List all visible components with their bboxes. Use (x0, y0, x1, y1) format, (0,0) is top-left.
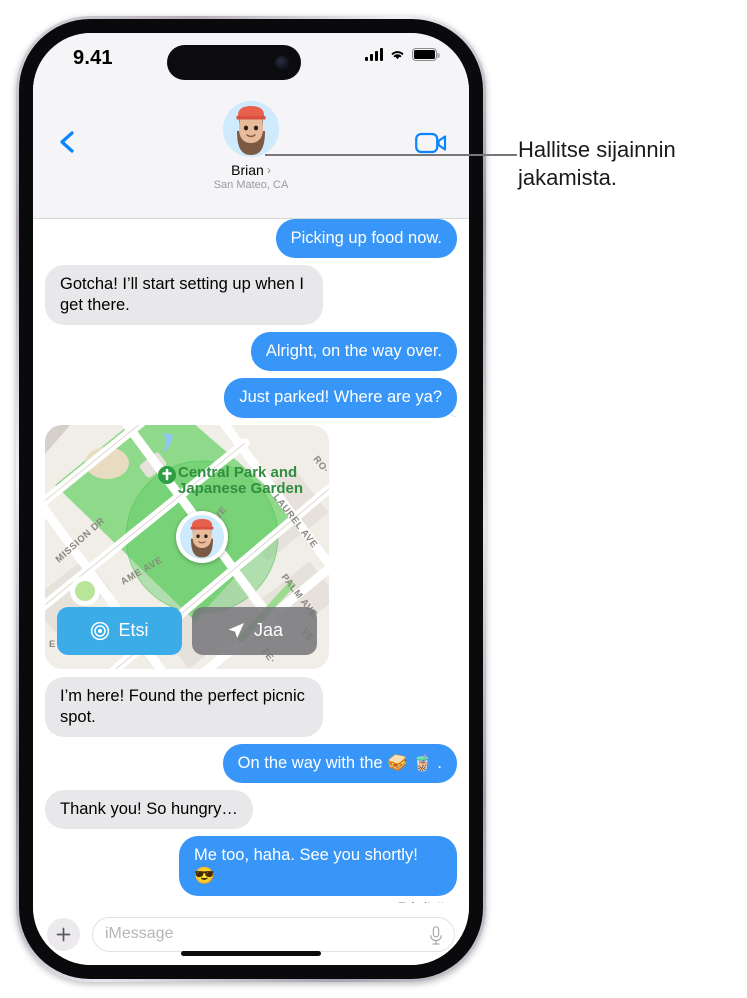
contact-name-row: Brian › (231, 162, 271, 178)
contact-name: Brian (231, 162, 264, 178)
location-map-card[interactable]: Central Park and Japanese Garden MISSION… (45, 424, 329, 669)
imessage-placeholder: iMessage (105, 925, 174, 942)
microphone-icon[interactable] (429, 925, 443, 945)
svg-text:Japanese Garden: Japanese Garden (178, 480, 303, 497)
message-row: Just parked! Where are ya? (33, 378, 469, 418)
radar-find-icon (91, 621, 110, 640)
avatar (223, 101, 279, 157)
wifi-icon (391, 51, 404, 60)
map-place-label: Central Park and Japanese Garden (158, 464, 303, 497)
message-bubble-outgoing[interactable]: Me too, haha. See you shortly! 😎 (179, 835, 457, 897)
facetime-button[interactable] (415, 131, 447, 155)
message-row: Thank you! So hungry… (33, 789, 469, 829)
message-row-map: Central Park and Japanese Garden MISSION… (33, 424, 469, 669)
memoji-avatar-icon (223, 101, 279, 157)
callout-leader-line (265, 154, 517, 156)
callout-label: Hallitse sijainnin jakamista. (518, 137, 676, 191)
navigation-arrow-icon (228, 622, 244, 638)
message-bubble-outgoing[interactable]: Alright, on the way over. (250, 332, 457, 372)
shared-location-pin (176, 510, 228, 563)
battery-icon (412, 48, 440, 61)
message-bubble-outgoing[interactable]: Just parked! Where are ya? (224, 378, 457, 418)
message-row: I’m here! Found the perfect picnic spot. (33, 676, 469, 737)
add-attachment-button[interactable] (47, 917, 80, 951)
map-share-button[interactable]: Jaa (192, 606, 317, 655)
message-row: On the way with the 🥪 🧋 . (33, 743, 469, 783)
iphone-device-frame: 9.41 Brian › San Mateo, CA Picking up fo… (16, 16, 486, 982)
contact-location: San Mateo, CA (213, 179, 289, 191)
message-bubble-outgoing[interactable]: On the way with the 🥪 🧋 . (222, 743, 457, 783)
message-thread[interactable]: Picking up food now. Gotcha! I’ll start … (33, 219, 469, 903)
message-row: Alright, on the way over. (33, 332, 469, 372)
home-indicator[interactable] (181, 951, 321, 956)
map-action-buttons: Etsi Jaa (57, 606, 317, 655)
message-row: Gotcha! I’ll start setting up when I get… (33, 265, 469, 326)
screenshot-canvas: 9.41 Brian › San Mateo, CA Picking up fo… (0, 0, 747, 998)
map-share-label: Jaa (253, 620, 284, 641)
contact-header-block[interactable]: Brian › San Mateo, CA (33, 101, 469, 191)
message-bubble-incoming[interactable]: I’m here! Found the perfect picnic spot. (45, 676, 323, 737)
imessage-input[interactable]: iMessage (92, 916, 455, 952)
message-bubble-outgoing[interactable]: Picking up food now. (275, 219, 457, 259)
map-street-label: E (49, 639, 56, 650)
message-row: Picking up food now. (33, 219, 469, 259)
message-bubble-incoming[interactable]: Thank you! So hungry… (45, 789, 253, 829)
map-find-button[interactable]: Etsi (57, 606, 182, 655)
video-camera-icon (415, 132, 447, 154)
dynamic-island (167, 45, 301, 80)
svg-text:Central Park and: Central Park and (178, 464, 297, 481)
cellular-signal-icon (365, 48, 383, 61)
front-camera-icon (275, 55, 289, 70)
device-bezel: 9.41 Brian › San Mateo, CA Picking up fo… (19, 19, 483, 979)
map-find-label: Etsi (118, 620, 149, 641)
plus-icon (56, 927, 71, 941)
memoji-avatar-icon (180, 514, 224, 559)
device-screen: 9.41 Brian › San Mateo, CA Picking up fo… (33, 33, 469, 965)
status-time: 9.41 (73, 47, 113, 69)
status-icons (365, 48, 440, 61)
message-bubble-incoming[interactable]: Gotcha! I’ll start setting up when I get… (45, 265, 323, 326)
status-bar: 9.41 (33, 33, 469, 89)
chevron-right-icon: › (266, 163, 271, 177)
message-row: Me too, haha. See you shortly! 😎 (33, 835, 469, 897)
